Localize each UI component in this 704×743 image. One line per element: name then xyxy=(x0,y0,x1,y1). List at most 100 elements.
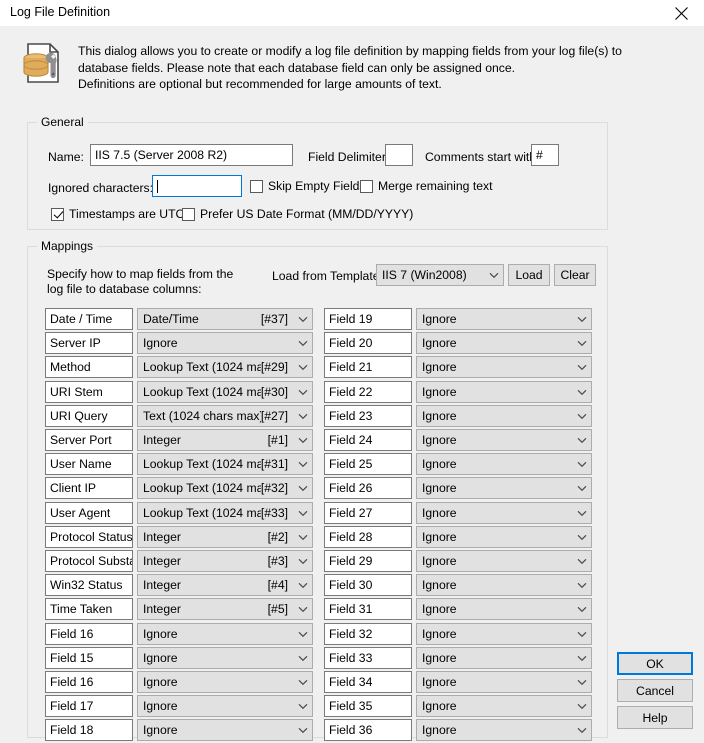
mapping-left-name-11[interactable]: Protocol Substatus xyxy=(45,550,133,572)
load-template-button[interactable]: Load xyxy=(508,264,550,286)
field-delimiter-input[interactable] xyxy=(385,144,413,166)
mapping-right-name-15[interactable]: Field 33 xyxy=(324,647,412,669)
mapping-right-name-3[interactable]: Field 21 xyxy=(324,356,412,378)
mapping-right-name-7[interactable]: Field 25 xyxy=(324,453,412,475)
mapping-type-value: Ignore xyxy=(422,457,457,471)
mapping-left-name-12[interactable]: Win32 Status xyxy=(45,574,133,596)
mapping-left-name-17[interactable]: Field 17 xyxy=(45,695,133,717)
ignored-characters-input[interactable] xyxy=(152,175,242,197)
mapping-left-type-select-16[interactable]: Ignore xyxy=(137,671,313,693)
mapping-left-type-select-11[interactable]: Integer [#3] xyxy=(137,550,313,572)
prefer-us-date-checkbox-row[interactable]: Prefer US Date Format (MM/DD/YYYY) xyxy=(182,207,413,221)
mapping-right-type-select-15[interactable]: Ignore xyxy=(416,647,592,669)
mapping-right-type-select-6[interactable]: Ignore xyxy=(416,429,592,451)
mapping-left-type-select-15[interactable]: Ignore xyxy=(137,647,313,669)
mapping-left-type-select-3[interactable]: Lookup Text (1024 max) [#29] xyxy=(137,356,313,378)
mapping-left-name-14[interactable]: Field 16 xyxy=(45,623,133,645)
mapping-left-type-select-8[interactable]: Lookup Text (1024 max) [#32] xyxy=(137,477,313,499)
mapping-type-value: Ignore xyxy=(422,409,457,423)
mapping-left-name-13[interactable]: Time Taken xyxy=(45,598,133,620)
mapping-left-type-select-4[interactable]: Lookup Text (1024 max) [#30] xyxy=(137,381,313,403)
mapping-right-type-select-16[interactable]: Ignore xyxy=(416,671,592,693)
mapping-right-type-select-4[interactable]: Ignore xyxy=(416,381,592,403)
mapping-left-name-9[interactable]: User Agent xyxy=(45,502,133,524)
mapping-right-name-9[interactable]: Field 27 xyxy=(324,502,412,524)
mapping-left-type-select-6[interactable]: Integer [#1] xyxy=(137,429,313,451)
mapping-right-name-1[interactable]: Field 19 xyxy=(324,308,412,330)
close-button[interactable] xyxy=(659,0,704,26)
mapping-right-type-select-3[interactable]: Ignore xyxy=(416,356,592,378)
cancel-button[interactable]: Cancel xyxy=(617,679,693,702)
timestamps-utc-checkbox[interactable] xyxy=(51,207,64,221)
mapping-right-name-16[interactable]: Field 34 xyxy=(324,671,412,693)
help-button[interactable]: Help xyxy=(617,706,693,729)
mapping-right-name-18[interactable]: Field 36 xyxy=(324,719,412,741)
merge-remaining-text-checkbox-row[interactable]: Merge remaining text xyxy=(360,179,492,193)
mapping-left-name-4[interactable]: URI Stem xyxy=(45,381,133,403)
mapping-left-name-16[interactable]: Field 16 xyxy=(45,671,133,693)
chevron-down-icon xyxy=(294,364,312,371)
mapping-right-name-13[interactable]: Field 31 xyxy=(324,598,412,620)
mapping-left-type-select-14[interactable]: Ignore xyxy=(137,623,313,645)
mapping-left-name-6[interactable]: Server Port xyxy=(45,429,133,451)
chevron-down-icon xyxy=(573,364,591,371)
mapping-left-name-18[interactable]: Field 18 xyxy=(45,719,133,741)
mapping-left-type-select-9[interactable]: Lookup Text (1024 max) [#33] xyxy=(137,502,313,524)
skip-empty-fields-checkbox[interactable] xyxy=(250,179,263,193)
prefer-us-date-checkbox[interactable] xyxy=(182,207,195,221)
mapping-right-name-5[interactable]: Field 23 xyxy=(324,405,412,427)
mapping-left-name-3[interactable]: Method xyxy=(45,356,133,378)
mapping-left-type-select-10[interactable]: Integer [#2] xyxy=(137,526,313,548)
mapping-right-name-6[interactable]: Field 24 xyxy=(324,429,412,451)
timestamps-utc-checkbox-row[interactable]: Timestamps are UTC xyxy=(51,207,184,221)
mapping-left-type-select-17[interactable]: Ignore xyxy=(137,695,313,717)
field-delimiter-label: Field Delimiter: xyxy=(308,150,390,164)
skip-empty-fields-checkbox-row[interactable]: Skip Empty Fields xyxy=(250,179,366,193)
mapping-right-name-4[interactable]: Field 22 xyxy=(324,381,412,403)
mapping-left-name-15[interactable]: Field 15 xyxy=(45,647,133,669)
ok-button[interactable]: OK xyxy=(617,652,693,675)
mapping-right-type-select-13[interactable]: Ignore xyxy=(416,598,592,620)
mapping-left-type-select-2[interactable]: Ignore xyxy=(137,332,313,354)
mapping-type-value: Integer xyxy=(143,602,181,616)
mapping-right-type-select-7[interactable]: Ignore xyxy=(416,453,592,475)
mapping-left-type-select-12[interactable]: Integer [#4] xyxy=(137,574,313,596)
mapping-right-name-17[interactable]: Field 35 xyxy=(324,695,412,717)
mapping-right-type-select-8[interactable]: Ignore xyxy=(416,477,592,499)
mapping-left-type-select-18[interactable]: Ignore xyxy=(137,719,313,741)
mapping-left-type-select-7[interactable]: Lookup Text (1024 max) [#31] xyxy=(137,453,313,475)
mapping-left-name-1[interactable]: Date / Time xyxy=(45,308,133,330)
mapping-right-type-select-5[interactable]: Ignore xyxy=(416,405,592,427)
mapping-left-type-select-5[interactable]: Text (1024 chars max) [#27] xyxy=(137,405,313,427)
mapping-right-type-select-11[interactable]: Ignore xyxy=(416,550,592,572)
mapping-right-name-2[interactable]: Field 20 xyxy=(324,332,412,354)
mapping-right-type-select-9[interactable]: Ignore xyxy=(416,502,592,524)
comments-start-input[interactable]: # xyxy=(531,144,559,166)
mapping-right-name-11[interactable]: Field 29 xyxy=(324,550,412,572)
mapping-right-type-select-2[interactable]: Ignore xyxy=(416,332,592,354)
mapping-right-type-select-14[interactable]: Ignore xyxy=(416,623,592,645)
clear-template-button[interactable]: Clear xyxy=(554,264,596,286)
mapping-right-name-10[interactable]: Field 28 xyxy=(324,526,412,548)
mapping-right-type-select-10[interactable]: Ignore xyxy=(416,526,592,548)
mapping-right-type-select-18[interactable]: Ignore xyxy=(416,719,592,741)
mapping-left-name-7[interactable]: User Name xyxy=(45,453,133,475)
mapping-left-name-5[interactable]: URI Query xyxy=(45,405,133,427)
mapping-right-type-select-17[interactable]: Ignore xyxy=(416,695,592,717)
mapping-left-name-8[interactable]: Client IP xyxy=(45,477,133,499)
mapping-left-name-2[interactable]: Server IP xyxy=(45,332,133,354)
mapping-field-index: [#33] xyxy=(260,506,288,520)
mapping-type-value: Lookup Text (1024 max) xyxy=(143,360,261,374)
mapping-right-name-14[interactable]: Field 32 xyxy=(324,623,412,645)
mapping-right-name-12[interactable]: Field 30 xyxy=(324,574,412,596)
mapping-right-type-select-1[interactable]: Ignore xyxy=(416,308,592,330)
template-select[interactable]: IIS 7 (Win2008) xyxy=(376,264,504,286)
mapping-right-type-select-12[interactable]: Ignore xyxy=(416,574,592,596)
mapping-left-type-select-13[interactable]: Integer [#5] xyxy=(137,598,313,620)
merge-remaining-text-checkbox[interactable] xyxy=(360,179,373,193)
name-input[interactable]: IIS 7.5 (Server 2008 R2) xyxy=(90,144,293,166)
mapping-left-name-10[interactable]: Protocol Status xyxy=(45,526,133,548)
mapping-right-name-8[interactable]: Field 26 xyxy=(324,477,412,499)
mapping-type-value: Ignore xyxy=(422,699,457,713)
mapping-left-type-select-1[interactable]: Date/Time [#37] xyxy=(137,308,313,330)
